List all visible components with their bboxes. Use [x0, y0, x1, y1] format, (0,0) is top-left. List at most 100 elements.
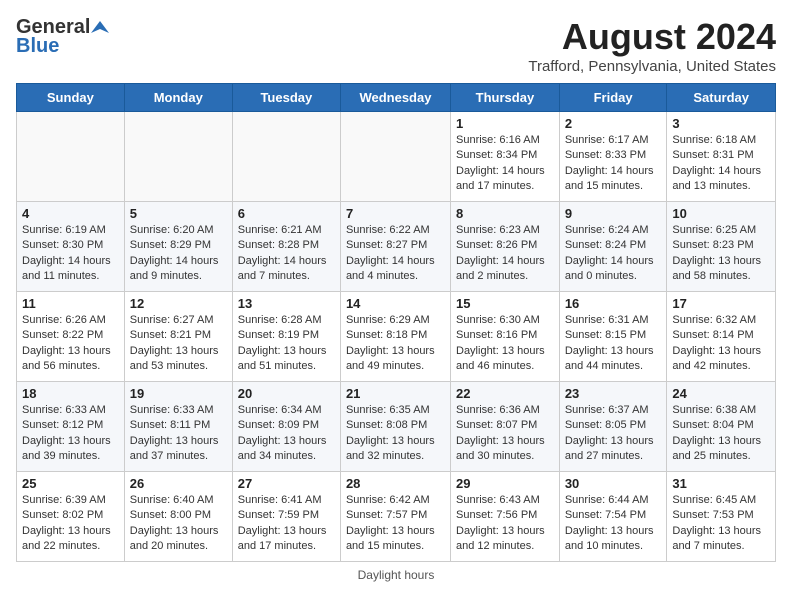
calendar-cell: 10 Sunrise: 6:25 AM Sunset: 8:23 PM Dayli… [667, 202, 776, 292]
calendar-table: SundayMondayTuesdayWednesdayThursdayFrid… [16, 83, 776, 562]
day-info: Sunrise: 6:41 AM Sunset: 7:59 PM Dayligh… [238, 493, 335, 555]
logo-blue-text: Blue [16, 35, 59, 58]
day-number: 10 [672, 206, 770, 221]
logo-bird-icon [91, 19, 109, 37]
calendar-week-row: 1Sunrise: 6:16 AM Sunset: 8:34 PM Daylig… [17, 112, 776, 202]
daylight-hours-label: Daylight hours [358, 568, 435, 582]
day-number: 21 [346, 386, 445, 401]
day-number: 8 [456, 206, 554, 221]
day-number: 16 [565, 296, 662, 311]
day-info: Sunrise: 6:20 AM Sunset: 8:29 PM Dayligh… [130, 223, 227, 285]
calendar-cell: 20Sunrise: 6:34 AM Sunset: 8:09 PM Dayli… [232, 382, 340, 472]
day-info: Sunrise: 6:43 AM Sunset: 7:56 PM Dayligh… [456, 493, 554, 555]
day-info: Sunrise: 6:31 AM Sunset: 8:15 PM Dayligh… [565, 313, 662, 375]
day-number: 24 [672, 386, 770, 401]
calendar-dow-header: Monday [124, 84, 232, 112]
day-info: Sunrise: 6:36 AM Sunset: 8:07 PM Dayligh… [456, 403, 554, 465]
calendar-cell: 30 Sunrise: 6:44 AM Sunset: 7:54 PM Dayli… [559, 472, 667, 562]
day-number: 17 [672, 296, 770, 311]
logo: General Blue [16, 16, 110, 58]
calendar-cell: 7 Sunrise: 6:22 AM Sunset: 8:27 PM Daylig… [340, 202, 450, 292]
day-info: Sunrise: 6:32 AM Sunset: 8:14 PM Dayligh… [672, 313, 770, 375]
calendar-dow-header: Wednesday [340, 84, 450, 112]
day-number: 12 [130, 296, 227, 311]
day-info: Sunrise: 6:35 AM Sunset: 8:08 PM Dayligh… [346, 403, 445, 465]
day-info: Sunrise: 6:29 AM Sunset: 8:18 PM Dayligh… [346, 313, 445, 375]
day-number: 22 [456, 386, 554, 401]
day-info: Sunrise: 6:28 AM Sunset: 8:19 PM Dayligh… [238, 313, 335, 375]
day-number: 1 [456, 116, 554, 131]
title-area: August 2024 Trafford, Pennsylvania, Unit… [528, 16, 776, 75]
calendar-cell: 15Sunrise: 6:30 AM Sunset: 8:16 PM Dayli… [451, 292, 560, 382]
calendar-cell [17, 112, 125, 202]
day-info: Sunrise: 6:44 AM Sunset: 7:54 PM Dayligh… [565, 493, 662, 555]
calendar-cell: 18Sunrise: 6:33 AM Sunset: 8:12 PM Dayli… [17, 382, 125, 472]
day-number: 6 [238, 206, 335, 221]
calendar-cell: 5 Sunrise: 6:20 AM Sunset: 8:29 PM Daylig… [124, 202, 232, 292]
day-number: 2 [565, 116, 662, 131]
calendar-cell: 12 Sunrise: 6:27 AM Sunset: 8:21 PM Dayli… [124, 292, 232, 382]
calendar-cell: 8 Sunrise: 6:23 AM Sunset: 8:26 PM Daylig… [451, 202, 560, 292]
day-info: Sunrise: 6:17 AM Sunset: 8:33 PM Dayligh… [565, 133, 662, 195]
calendar-dow-header: Friday [559, 84, 667, 112]
footer-note: Daylight hours [16, 568, 776, 582]
calendar-cell: 13 Sunrise: 6:28 AM Sunset: 8:19 PM Dayli… [232, 292, 340, 382]
day-info: Sunrise: 6:40 AM Sunset: 8:00 PM Dayligh… [130, 493, 227, 555]
calendar-cell: 31 Sunrise: 6:45 AM Sunset: 7:53 PM Dayli… [667, 472, 776, 562]
day-number: 13 [238, 296, 335, 311]
day-info: Sunrise: 6:33 AM Sunset: 8:11 PM Dayligh… [130, 403, 227, 465]
calendar-header-row: SundayMondayTuesdayWednesdayThursdayFrid… [17, 84, 776, 112]
day-info: Sunrise: 6:19 AM Sunset: 8:30 PM Dayligh… [22, 223, 119, 285]
day-number: 5 [130, 206, 227, 221]
calendar-cell: 26Sunrise: 6:40 AM Sunset: 8:00 PM Dayli… [124, 472, 232, 562]
calendar-cell: 11 Sunrise: 6:26 AM Sunset: 8:22 PM Dayli… [17, 292, 125, 382]
day-number: 19 [130, 386, 227, 401]
day-number: 4 [22, 206, 119, 221]
day-info: Sunrise: 6:23 AM Sunset: 8:26 PM Dayligh… [456, 223, 554, 285]
day-number: 31 [672, 476, 770, 491]
day-info: Sunrise: 6:34 AM Sunset: 8:09 PM Dayligh… [238, 403, 335, 465]
day-info: Sunrise: 6:45 AM Sunset: 7:53 PM Dayligh… [672, 493, 770, 555]
calendar-dow-header: Sunday [17, 84, 125, 112]
day-info: Sunrise: 6:33 AM Sunset: 8:12 PM Dayligh… [22, 403, 119, 465]
calendar-week-row: 11 Sunrise: 6:26 AM Sunset: 8:22 PM Dayli… [17, 292, 776, 382]
calendar-cell: 3Sunrise: 6:18 AM Sunset: 8:31 PM Daylig… [667, 112, 776, 202]
day-info: Sunrise: 6:27 AM Sunset: 8:21 PM Dayligh… [130, 313, 227, 375]
calendar-dow-header: Saturday [667, 84, 776, 112]
calendar-cell [340, 112, 450, 202]
day-number: 7 [346, 206, 445, 221]
day-info: Sunrise: 6:21 AM Sunset: 8:28 PM Dayligh… [238, 223, 335, 285]
day-info: Sunrise: 6:42 AM Sunset: 7:57 PM Dayligh… [346, 493, 445, 555]
location-subtitle: Trafford, Pennsylvania, United States [528, 58, 776, 75]
day-number: 14 [346, 296, 445, 311]
day-info: Sunrise: 6:38 AM Sunset: 8:04 PM Dayligh… [672, 403, 770, 465]
calendar-cell: 19 Sunrise: 6:33 AM Sunset: 8:11 PM Dayli… [124, 382, 232, 472]
calendar-cell: 4 Sunrise: 6:19 AM Sunset: 8:30 PM Daylig… [17, 202, 125, 292]
calendar-cell: 17 Sunrise: 6:32 AM Sunset: 8:14 PM Dayli… [667, 292, 776, 382]
day-number: 11 [22, 296, 119, 311]
day-number: 25 [22, 476, 119, 491]
day-number: 9 [565, 206, 662, 221]
day-number: 30 [565, 476, 662, 491]
calendar-cell: 23Sunrise: 6:37 AM Sunset: 8:05 PM Dayli… [559, 382, 667, 472]
day-number: 3 [672, 116, 770, 131]
calendar-cell: 28Sunrise: 6:42 AM Sunset: 7:57 PM Dayli… [340, 472, 450, 562]
day-info: Sunrise: 6:22 AM Sunset: 8:27 PM Dayligh… [346, 223, 445, 285]
calendar-cell: 16 Sunrise: 6:31 AM Sunset: 8:15 PM Dayli… [559, 292, 667, 382]
day-number: 23 [565, 386, 662, 401]
calendar-cell: 24 Sunrise: 6:38 AM Sunset: 8:04 PM Dayli… [667, 382, 776, 472]
calendar-cell: 27Sunrise: 6:41 AM Sunset: 7:59 PM Dayli… [232, 472, 340, 562]
calendar-dow-header: Tuesday [232, 84, 340, 112]
day-info: Sunrise: 6:25 AM Sunset: 8:23 PM Dayligh… [672, 223, 770, 285]
month-year-title: August 2024 [528, 16, 776, 58]
day-info: Sunrise: 6:26 AM Sunset: 8:22 PM Dayligh… [22, 313, 119, 375]
page-header: General Blue August 2024 Trafford, Penns… [16, 16, 776, 75]
calendar-cell: 29 Sunrise: 6:43 AM Sunset: 7:56 PM Dayli… [451, 472, 560, 562]
day-info: Sunrise: 6:30 AM Sunset: 8:16 PM Dayligh… [456, 313, 554, 375]
calendar-cell: 25Sunrise: 6:39 AM Sunset: 8:02 PM Dayli… [17, 472, 125, 562]
calendar-cell: 22 Sunrise: 6:36 AM Sunset: 8:07 PM Dayli… [451, 382, 560, 472]
calendar-week-row: 18Sunrise: 6:33 AM Sunset: 8:12 PM Dayli… [17, 382, 776, 472]
day-number: 29 [456, 476, 554, 491]
calendar-week-row: 4 Sunrise: 6:19 AM Sunset: 8:30 PM Daylig… [17, 202, 776, 292]
calendar-cell: 6 Sunrise: 6:21 AM Sunset: 8:28 PM Daylig… [232, 202, 340, 292]
